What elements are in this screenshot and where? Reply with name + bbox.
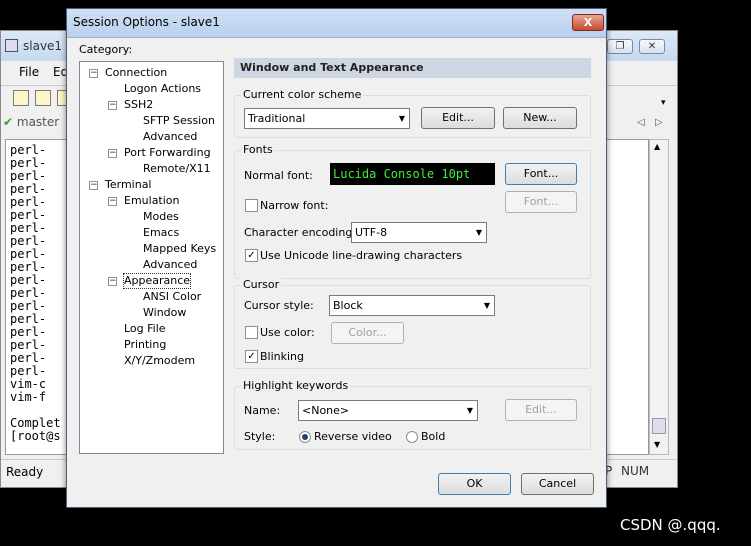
- connect-icon[interactable]: [13, 90, 29, 106]
- bold-radio[interactable]: [406, 431, 418, 443]
- blinking-checkbox[interactable]: ✓: [245, 350, 258, 363]
- tree-collapse-icon[interactable]: −: [108, 149, 117, 158]
- category-label: Category:: [79, 43, 133, 56]
- highlight-name-select[interactable]: <None> ▼: [298, 400, 478, 421]
- dialog-title: Session Options - slave1: [73, 15, 220, 29]
- bold-label: Bold: [421, 430, 446, 443]
- tree-collapse-icon[interactable]: −: [89, 69, 98, 78]
- highlight-name-value: <None>: [302, 404, 350, 417]
- character-encoding-value: UTF-8: [355, 226, 388, 239]
- reverse-video-radio[interactable]: [299, 431, 311, 443]
- ok-button[interactable]: OK: [438, 473, 511, 495]
- fonts-group-title: Fonts: [241, 143, 275, 156]
- quick-connect-icon[interactable]: [35, 90, 51, 106]
- blinking-label: Blinking: [260, 350, 305, 363]
- unicode-line-drawing-label: Use Unicode line-drawing characters: [260, 249, 463, 262]
- terminal-line: [root@s: [10, 429, 61, 443]
- cursor-style-value: Block: [333, 299, 363, 312]
- status-num: NUM: [621, 464, 650, 478]
- reverse-video-label: Reverse video: [314, 430, 392, 443]
- highlight-group-title: Highlight keywords: [241, 379, 351, 392]
- dialog-close-button[interactable]: X: [572, 14, 604, 31]
- tree-collapse-icon[interactable]: −: [108, 101, 117, 110]
- background-window-title: slave1: [23, 39, 63, 53]
- highlight-edit-button[interactable]: Edit...: [505, 399, 577, 421]
- color-scheme-select[interactable]: Traditional ▼: [244, 108, 410, 129]
- normal-font-label: Normal font:: [244, 169, 313, 182]
- color-scheme-edit-button[interactable]: Edit...: [421, 107, 495, 129]
- panel-header: Window and Text Appearance: [234, 58, 591, 78]
- tab-scroll-right-icon[interactable]: ▷: [655, 117, 663, 128]
- app-icon: [5, 39, 18, 52]
- tree-item-mapped-keys[interactable]: Mapped Keys: [143, 242, 216, 256]
- chevron-down-icon: ▼: [398, 114, 405, 123]
- tab-scroll-left-icon[interactable]: ◁: [637, 117, 645, 128]
- tree-collapse-icon[interactable]: −: [108, 277, 117, 286]
- tree-item-ansi-color[interactable]: ANSI Color: [143, 290, 201, 304]
- session-tab-label: master: [16, 115, 60, 129]
- color-scheme-group-title: Current color scheme: [241, 88, 364, 101]
- chevron-down-icon: ▼: [475, 228, 482, 237]
- use-color-checkbox[interactable]: [245, 326, 258, 339]
- tree-item-logon-actions[interactable]: Logon Actions: [124, 82, 201, 96]
- tree-item-window[interactable]: Window: [143, 306, 186, 320]
- cancel-button[interactable]: Cancel: [521, 473, 594, 495]
- color-scheme-new-button[interactable]: New...: [503, 107, 577, 129]
- scroll-thumb[interactable]: [652, 418, 666, 434]
- menu-file[interactable]: File: [19, 65, 39, 79]
- tree-item-terminal[interactable]: Terminal: [105, 178, 152, 192]
- tree-item-advanced[interactable]: Advanced: [143, 258, 197, 272]
- session-options-dialog: Session Options - slave1 X Category: − Co…: [66, 8, 607, 508]
- tree-item-log-file[interactable]: Log File: [124, 322, 166, 336]
- tree-item-advanced[interactable]: Advanced: [143, 130, 197, 144]
- scroll-up-icon[interactable]: ▲: [654, 142, 660, 151]
- color-scheme-value: Traditional: [248, 112, 306, 125]
- tree-item-connection[interactable]: Connection: [105, 66, 167, 80]
- watermark: CSDN @.qqq.: [620, 516, 721, 534]
- tree-item-appearance[interactable]: Appearance: [122, 273, 192, 289]
- highlight-style-label: Style:: [244, 430, 276, 443]
- chevron-down-icon: ▼: [466, 406, 473, 415]
- cursor-group-title: Cursor: [241, 278, 282, 291]
- narrow-font-button[interactable]: Font...: [505, 191, 577, 213]
- narrow-font-label: Narrow font:: [260, 199, 329, 212]
- tree-item-remote-x11[interactable]: Remote/X11: [143, 162, 211, 176]
- character-encoding-label: Character encoding:: [244, 226, 357, 239]
- close-icon[interactable]: ✕: [639, 39, 665, 54]
- terminal-scrollbar[interactable]: ▲ ▼: [649, 139, 669, 455]
- session-tab[interactable]: ✔ master: [3, 115, 69, 137]
- unicode-line-drawing-checkbox[interactable]: ✓: [245, 249, 258, 262]
- connected-check-icon: ✔: [3, 115, 14, 129]
- dialog-titlebar: Session Options - slave1 X: [67, 9, 606, 38]
- normal-font-button[interactable]: Font...: [505, 163, 577, 185]
- terminal-line: vim-f: [10, 390, 47, 404]
- panel-header-title: Window and Text Appearance: [240, 61, 424, 74]
- tree-collapse-icon[interactable]: −: [89, 181, 98, 190]
- tree-item-modes[interactable]: Modes: [143, 210, 179, 224]
- tree-item-x-y-zmodem[interactable]: X/Y/Zmodem: [124, 354, 195, 368]
- scroll-down-icon[interactable]: ▼: [654, 440, 660, 449]
- toolbar-overflow-icon[interactable]: ▾: [661, 98, 666, 108]
- tree-collapse-icon[interactable]: −: [108, 197, 117, 206]
- character-encoding-select[interactable]: UTF-8 ▼: [351, 222, 487, 243]
- tree-item-printing[interactable]: Printing: [124, 338, 166, 352]
- tree-item-port-forwarding[interactable]: Port Forwarding: [124, 146, 211, 160]
- tree-item-emacs[interactable]: Emacs: [143, 226, 179, 240]
- cursor-color-button[interactable]: Color...: [331, 322, 404, 344]
- highlight-name-label: Name:: [244, 404, 281, 417]
- restore-icon[interactable]: ❐: [607, 39, 633, 54]
- category-tree[interactable]: − Connection Logon Actions − SSH2 SFTP Sessio…: [79, 61, 224, 454]
- font-preview: Lucida Console 10pt: [330, 163, 495, 185]
- tree-item-sftp-session[interactable]: SFTP Session: [143, 114, 215, 128]
- cursor-style-select[interactable]: Block ▼: [329, 295, 495, 316]
- chevron-down-icon: ▼: [483, 301, 490, 310]
- use-color-label: Use color:: [260, 326, 315, 339]
- tree-item-emulation[interactable]: Emulation: [124, 194, 180, 208]
- tree-item-ssh2[interactable]: SSH2: [124, 98, 153, 112]
- narrow-font-checkbox[interactable]: [245, 199, 258, 212]
- cursor-style-label: Cursor style:: [244, 299, 314, 312]
- status-ready: Ready: [6, 465, 44, 479]
